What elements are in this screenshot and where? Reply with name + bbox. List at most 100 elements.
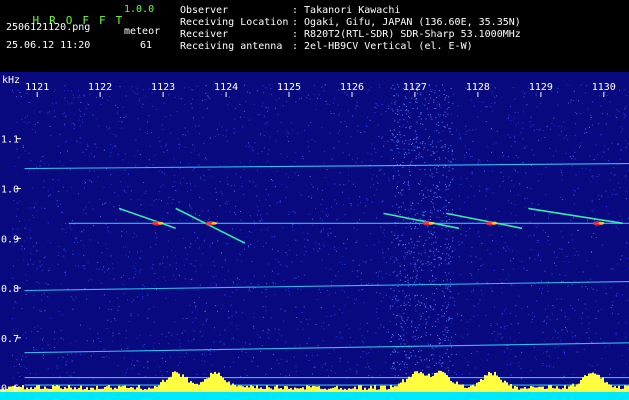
profile-bar — [514, 386, 516, 392]
noise-speck — [451, 122, 453, 124]
noise-speck — [616, 293, 618, 295]
noise-speck — [277, 113, 279, 115]
noise-speck — [193, 338, 195, 340]
noise-speck — [361, 272, 362, 274]
noise-speck — [573, 247, 575, 249]
noise-speck — [215, 188, 217, 189]
noise-speck — [446, 253, 448, 255]
noise-speck — [407, 301, 409, 303]
noise-speck — [167, 203, 169, 205]
noise-speck — [365, 262, 367, 264]
noise-speck — [501, 282, 503, 283]
noise-speck — [110, 143, 112, 145]
noise-speck — [351, 270, 353, 272]
noise-speck — [329, 132, 331, 134]
noise-speck — [445, 287, 447, 289]
noise-speck — [416, 337, 418, 339]
noise-speck — [169, 220, 171, 222]
noise-speck — [597, 154, 599, 156]
noise-speck — [348, 167, 350, 169]
noise-speck — [294, 211, 296, 213]
noise-speck — [363, 302, 365, 304]
noise-speck — [58, 190, 60, 192]
profile-bar — [68, 385, 70, 392]
meteor-count: 61 — [140, 40, 153, 51]
noise-speck — [162, 351, 164, 353]
noise-speck — [442, 305, 444, 307]
noise-speck — [491, 129, 493, 131]
profile-bar — [246, 385, 248, 392]
noise-speck — [264, 106, 266, 108]
profile-bar — [184, 377, 186, 392]
noise-speck — [92, 114, 94, 116]
profile-bar — [424, 375, 426, 392]
profile-bar — [306, 385, 308, 392]
profile-bar — [136, 387, 138, 392]
noise-speck — [415, 101, 417, 103]
profile-bar — [416, 371, 418, 392]
noise-speck — [300, 194, 302, 196]
noise-speck — [404, 269, 406, 271]
noise-speck — [561, 172, 563, 174]
noise-speck — [403, 135, 405, 136]
noise-speck — [431, 212, 433, 214]
noise-speck — [498, 211, 500, 212]
noise-speck — [326, 103, 328, 105]
profile-bar — [292, 389, 294, 392]
noise-speck — [399, 335, 401, 337]
noise-speck — [199, 133, 200, 135]
noise-speck — [103, 348, 105, 350]
noise-speck — [107, 319, 109, 321]
noise-speck — [619, 158, 621, 160]
noise-speck — [31, 128, 33, 130]
noise-speck — [58, 252, 60, 254]
noise-speck — [350, 136, 352, 137]
noise-speck — [85, 149, 87, 151]
noise-speck — [430, 334, 432, 336]
profile-bar — [384, 385, 386, 392]
noise-speck — [287, 211, 289, 213]
noise-speck — [510, 212, 512, 214]
noise-speck — [560, 230, 562, 232]
profile-bar — [622, 388, 624, 392]
noise-speck — [256, 206, 258, 208]
noise-speck — [213, 282, 215, 284]
profile-bar — [368, 388, 370, 392]
noise-speck — [430, 270, 432, 272]
receiver-value: : R820T2(RTL-SDR) SDR-Sharp 53.1000MHz — [292, 29, 521, 40]
noise-speck — [73, 299, 75, 301]
noise-speck — [565, 328, 567, 330]
noise-speck — [333, 246, 335, 248]
noise-speck — [424, 169, 426, 171]
noise-speck — [620, 126, 622, 128]
noise-speck — [103, 294, 105, 296]
noise-speck — [186, 253, 188, 255]
noise-speck — [391, 108, 393, 110]
noise-speck — [162, 184, 164, 186]
noise-speck — [397, 181, 399, 183]
noise-speck — [12, 228, 14, 230]
noise-speck — [610, 172, 612, 174]
noise-speck — [382, 200, 384, 202]
noise-speck — [399, 192, 401, 194]
profile-bar — [448, 377, 450, 392]
noise-speck — [442, 174, 444, 176]
x-tick-label: 1130 — [592, 82, 616, 93]
noise-speck — [559, 134, 561, 136]
noise-speck — [110, 151, 112, 153]
noise-speck — [563, 350, 565, 352]
noise-speck — [530, 249, 532, 251]
profile-bar — [58, 385, 60, 392]
noise-speck — [124, 374, 126, 376]
noise-speck — [549, 214, 551, 215]
noise-speck — [37, 122, 39, 124]
noise-speck — [533, 130, 535, 132]
noise-speck — [79, 116, 81, 117]
noise-speck — [381, 270, 383, 272]
profile-bar — [108, 385, 110, 392]
noise-speck — [274, 293, 276, 295]
noise-speck — [594, 369, 596, 370]
noise-speck — [304, 129, 305, 131]
noise-speck — [125, 95, 127, 97]
noise-speck — [13, 265, 14, 267]
